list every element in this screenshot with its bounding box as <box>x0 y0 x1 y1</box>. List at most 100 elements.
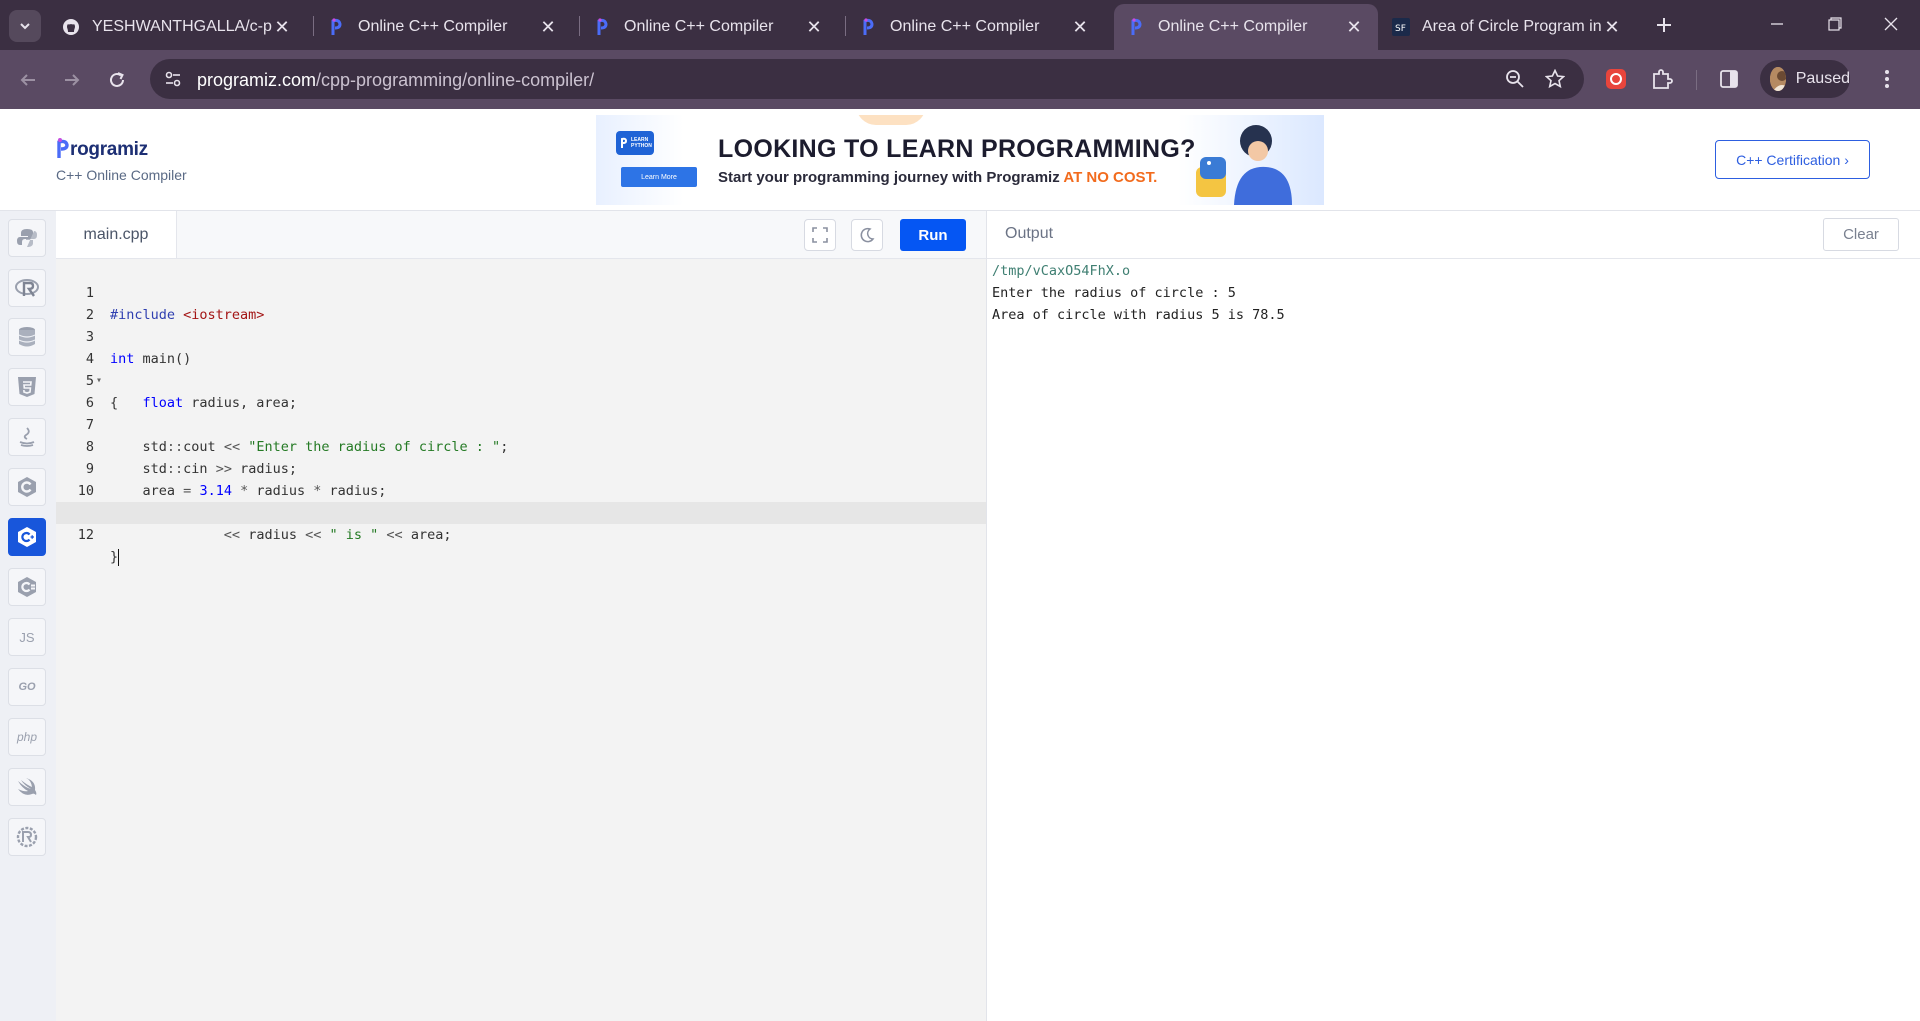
site-header: rogramiz C++ Online Compiler LEARN PYTHO… <box>0 109 1920 211</box>
browser-toolbar: programiz.com/cpp-programming/online-com… <box>0 50 1920 109</box>
close-icon[interactable]: ✕ <box>1070 17 1090 37</box>
close-icon[interactable]: ✕ <box>272 17 292 37</box>
kebab-menu-icon[interactable] <box>1884 68 1890 95</box>
avatar <box>1770 67 1786 91</box>
output-title: Output <box>1005 225 1054 242</box>
file-tab-main-cpp[interactable]: main.cpp <box>56 211 177 258</box>
browser-tab-4[interactable]: Online C++ Compiler ✕ <box>846 4 1104 50</box>
site-settings-icon[interactable] <box>164 70 182 93</box>
tab-title: Online C++ Compiler <box>890 18 1040 35</box>
code-line-current: 12 } <box>56 502 986 566</box>
close-icon[interactable]: ✕ <box>1602 17 1622 37</box>
lang-csharp-button[interactable] <box>8 568 46 606</box>
logo-text[interactable]: rogramiz <box>70 139 148 161</box>
lang-python-button[interactable] <box>8 219 46 257</box>
tab-title: Area of Circle Program in C <box>1422 18 1602 35</box>
bookmark-star-icon[interactable] <box>1544 68 1566 94</box>
sf-icon: SF <box>1392 18 1410 36</box>
browser-tab-6[interactable]: SF Area of Circle Program in C ✕ <box>1378 4 1636 50</box>
ad-highlight: AT NO COST. <box>1063 169 1158 186</box>
rust-icon <box>16 826 38 848</box>
close-window-button[interactable] <box>1862 0 1920 48</box>
output-line: /tmp/vCaxO54FhX.o <box>992 263 1131 279</box>
arrow-left-icon <box>20 74 35 86</box>
lang-php-button[interactable]: php <box>8 718 46 756</box>
code-line: 4 ▾ { <box>56 326 986 411</box>
lang-go-button[interactable]: GO <box>8 668 46 706</box>
minimize-icon <box>1771 23 1783 25</box>
moon-icon <box>860 227 875 243</box>
lang-c-button[interactable] <box>8 468 46 506</box>
close-icon[interactable]: ✕ <box>804 17 824 37</box>
code-token: } <box>110 549 119 565</box>
code-token: " is " <box>329 527 379 543</box>
programiz-icon <box>1128 18 1146 36</box>
html5-icon <box>18 377 36 397</box>
browser-tab-5-active[interactable]: Online C++ Compiler ✕ <box>1114 4 1378 50</box>
minimize-button[interactable] <box>1748 0 1806 48</box>
code-line: 9 area = 3.14 * radius * radius; <box>56 436 986 499</box>
code-editor[interactable]: 1 #include <iostream> 2 3 int main() 4 ▾… <box>56 258 986 1021</box>
lang-sql-button[interactable] <box>8 318 46 356</box>
lang-html-button[interactable] <box>8 368 46 406</box>
close-icon[interactable]: ✕ <box>538 17 558 37</box>
svg-text:SF: SF <box>1395 24 1406 34</box>
programiz-icon <box>328 18 346 36</box>
code-line: 6 <box>56 370 986 411</box>
url-text[interactable]: programiz.com/cpp-programming/online-com… <box>197 70 594 91</box>
database-icon <box>18 327 36 347</box>
output-toolbar: Output Clear <box>987 211 1920 259</box>
lang-javascript-button[interactable]: JS <box>8 618 46 656</box>
cpp-certification-button[interactable]: C++ Certification › <box>1715 140 1870 179</box>
lang-r-button[interactable] <box>8 269 46 307</box>
ad-learn-more-button[interactable]: Learn More <box>621 167 697 187</box>
address-bar[interactable]: programiz.com/cpp-programming/online-com… <box>150 59 1584 99</box>
c-lang-icon <box>18 477 36 497</box>
extension-record-icon[interactable] <box>1606 69 1626 94</box>
output-line: Area of circle with radius 5 is 78.5 <box>992 307 1285 323</box>
reload-icon <box>110 72 124 87</box>
dark-mode-toggle[interactable] <box>851 219 883 251</box>
github-icon <box>62 18 80 36</box>
code-line: 10 std::cout << "Area of circle with rad… <box>56 458 986 521</box>
close-icon <box>1884 17 1898 31</box>
browser-tab-2[interactable]: Online C++ Compiler ✕ <box>314 4 572 50</box>
restore-button[interactable] <box>1806 0 1864 48</box>
run-button[interactable]: Run <box>900 219 966 251</box>
back-button[interactable] <box>12 64 44 96</box>
new-tab-button[interactable] <box>1650 10 1678 40</box>
reload-button[interactable] <box>101 64 133 96</box>
code-text: } <box>110 546 120 568</box>
text-caret <box>118 548 120 566</box>
lang-swift-button[interactable] <box>8 768 46 806</box>
profile-status: Paused <box>1795 70 1850 87</box>
clear-button[interactable]: Clear <box>1823 218 1899 251</box>
code-line: 11 << radius << " is " << area; <box>56 480 986 543</box>
code-line: 1 #include <iostream> <box>56 260 986 323</box>
profile-button[interactable]: Paused <box>1760 60 1850 98</box>
output-line: Enter the radius of circle : 5 <box>992 285 1236 301</box>
extensions-puzzle-icon[interactable] <box>1651 68 1673 95</box>
ad-illustration <box>1196 121 1324 205</box>
tab-search-button[interactable] <box>9 10 41 42</box>
ad-banner[interactable]: LEARN PYTHON Learn More LOOKING TO LEARN… <box>596 115 1324 205</box>
fullscreen-button[interactable] <box>804 219 836 251</box>
forward-button[interactable] <box>56 64 88 96</box>
tab-title: Online C++ Compiler <box>358 18 508 35</box>
lang-java-button[interactable] <box>8 418 46 456</box>
lang-cpp-button[interactable] <box>8 518 46 556</box>
php-label: php <box>16 730 38 744</box>
code-line: 2 <box>56 282 986 323</box>
close-icon[interactable]: ✕ <box>1344 17 1364 37</box>
restore-icon <box>1828 17 1842 31</box>
ad-badge-line2: PYTHON <box>631 143 652 149</box>
browser-tab-1[interactable]: YESHWANTHGALLA/c-plus ✕ <box>48 4 306 50</box>
code-text: << radius << " is " << area; <box>223 527 452 543</box>
side-panel-icon[interactable] <box>1719 69 1739 94</box>
fullscreen-icon <box>812 227 828 243</box>
programiz-logo-icon[interactable] <box>56 137 70 164</box>
lang-rust-button[interactable] <box>8 818 46 856</box>
code-line: 5 float radius, area; <box>56 348 986 411</box>
browser-tab-3[interactable]: Online C++ Compiler ✕ <box>580 4 838 50</box>
zoom-icon[interactable] <box>1505 69 1525 94</box>
